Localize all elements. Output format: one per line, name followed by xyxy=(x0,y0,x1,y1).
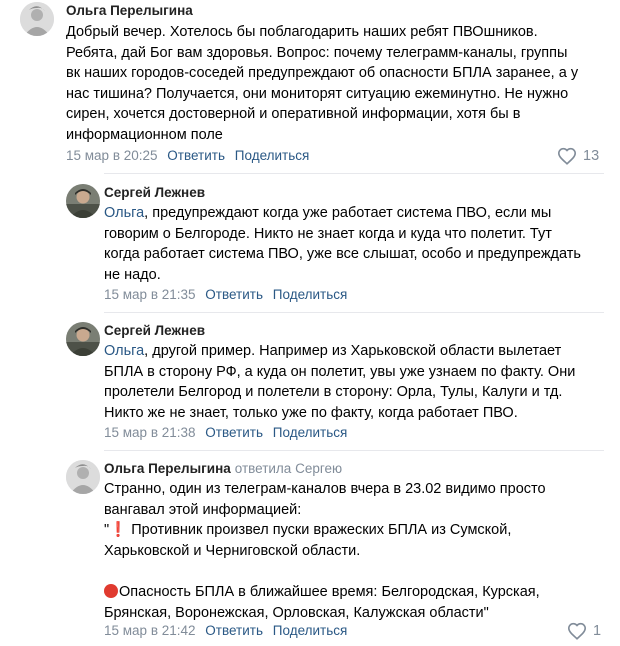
red-circle-emoji xyxy=(104,583,118,598)
mention-link[interactable]: Ольга xyxy=(104,343,144,359)
comment-line: когда работает система ПВО, уже все слыш… xyxy=(104,246,581,263)
like-button[interactable]: 1 xyxy=(567,622,601,640)
comment-line: Харьковской и Черниговской области. xyxy=(104,542,361,559)
comment-line: сирен, хочется достоверной и оперативной… xyxy=(66,106,521,123)
comment-text: Добрый вечер. Хотелось бы поблагодарить … xyxy=(66,22,578,146)
comment-meta: 15 мар в 21:42 Ответить Поделиться xyxy=(104,622,347,640)
comment-line: , предупреждают когда уже работает систе… xyxy=(144,205,552,221)
comment-time[interactable]: 15 мар в 20:25 xyxy=(66,148,158,163)
reply-button[interactable]: Ответить xyxy=(205,425,263,440)
comment-line: пролетели Белгород и полетели в сторону:… xyxy=(104,384,563,401)
mention-link[interactable]: Ольга xyxy=(104,205,144,221)
avatar[interactable] xyxy=(66,184,100,218)
comment-line: вк наших городов-соседей предупреждают о… xyxy=(66,65,579,82)
comment-line: Добрый вечер. Хотелось бы поблагодарить … xyxy=(66,24,538,40)
comment-line: , другой пример. Например из Харьковской… xyxy=(144,343,562,359)
comment-time[interactable]: 15 мар в 21:35 xyxy=(104,287,196,302)
comment-author[interactable]: Ольга Перелыгина xyxy=(66,2,193,20)
avatar[interactable] xyxy=(66,322,100,356)
reply-button[interactable]: Ответить xyxy=(205,287,263,302)
comment-meta: 15 мар в 20:25 Ответить Поделиться xyxy=(66,147,309,165)
avatar[interactable] xyxy=(66,460,100,494)
comment-author[interactable]: Сергей Лежнев xyxy=(104,184,205,202)
reply-button[interactable]: Ответить xyxy=(205,623,263,638)
like-button[interactable]: 13 xyxy=(557,147,599,165)
share-button[interactable]: Поделиться xyxy=(273,623,348,638)
comment-line: Ребята, дай Бог вам здоровья. Вопрос: по… xyxy=(66,44,568,61)
like-count: 1 xyxy=(593,623,602,639)
heart-outline-icon xyxy=(567,622,587,640)
comment-text: Странно, один из телеграм-каналов вчера … xyxy=(104,479,546,623)
comment-text: Ольга, предупреждают когда уже работает … xyxy=(104,203,581,285)
heart-outline-icon xyxy=(557,147,577,165)
comment-line: говорим о Белгороде. Никто не знает когд… xyxy=(104,225,552,242)
divider xyxy=(104,450,604,451)
comment-line: вангавал этой информацией: xyxy=(104,501,302,518)
divider xyxy=(104,312,604,313)
comment-line: Странно, один из телеграм-каналов вчера … xyxy=(104,481,546,497)
comment-meta: 15 мар в 21:38 Ответить Поделиться xyxy=(104,424,347,442)
red-exclamation-emoji: ❗ xyxy=(109,522,128,539)
comment-text: Ольга, другой пример. Например из Харько… xyxy=(104,341,575,423)
share-button[interactable]: Поделиться xyxy=(273,287,348,302)
comment-line: информационном поле xyxy=(66,126,223,143)
comment-line: Противник произвел пуски вражеских БПЛА … xyxy=(127,522,512,539)
avatar[interactable] xyxy=(20,2,54,36)
comment-line xyxy=(104,561,546,582)
comment-line: Брянская, Воронежская, Орловская, Калужс… xyxy=(104,604,489,621)
comment-author[interactable]: Сергей Лежнев xyxy=(104,322,205,340)
reply-to-label[interactable]: ответила Сергею xyxy=(235,461,342,476)
share-button[interactable]: Поделиться xyxy=(273,425,348,440)
comment-line: Опасность БПЛА в ближайшее время: Белгор… xyxy=(119,583,540,600)
like-count: 13 xyxy=(583,148,600,164)
comment-line: БПЛА в сторону РФ, а куда он полетит, ув… xyxy=(104,363,576,380)
comment-author: Ольга Перелыгина ответила Сергею xyxy=(104,460,342,478)
comment-meta: 15 мар в 21:35 Ответить Поделиться xyxy=(104,286,347,304)
author-name[interactable]: Ольга Перелыгина xyxy=(104,461,231,476)
comment-line: нас тишина? Получается, они мониторят си… xyxy=(66,85,569,102)
comment-time[interactable]: 15 мар в 21:38 xyxy=(104,425,196,440)
comment-line: Никто же не знает, только уже по факту, … xyxy=(104,404,518,421)
comment-line: не надо. xyxy=(104,266,161,283)
comment-time[interactable]: 15 мар в 21:42 xyxy=(104,623,196,638)
reply-button[interactable]: Ответить xyxy=(167,148,225,163)
divider xyxy=(104,173,604,174)
share-button[interactable]: Поделиться xyxy=(235,148,310,163)
